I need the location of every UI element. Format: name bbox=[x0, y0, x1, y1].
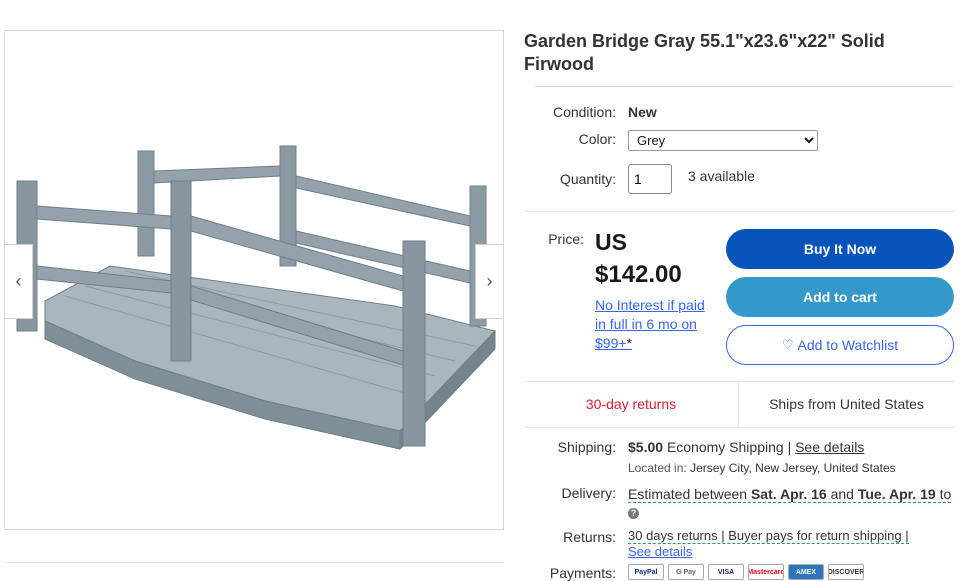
title-divider bbox=[535, 86, 953, 87]
gallery-divider bbox=[4, 562, 504, 563]
add-to-cart-button[interactable]: Add to cart bbox=[726, 277, 954, 317]
condition-value: New bbox=[628, 104, 657, 120]
condition-label: Condition: bbox=[552, 104, 616, 120]
quantity-available: 3 available bbox=[688, 168, 755, 184]
add-to-cart-label: Add to cart bbox=[803, 289, 877, 305]
buy-it-now-button[interactable]: Buy It Now bbox=[726, 229, 954, 269]
amex-icon: AMEX bbox=[788, 564, 824, 580]
add-to-watchlist-label: Add to Watchlist bbox=[797, 337, 899, 353]
delivery-estimate-text: Estimated between Sat. Apr. 16 and Tue. … bbox=[628, 486, 952, 503]
color-label: Color: bbox=[578, 131, 616, 147]
financing-link[interactable]: No Interest if paid in full in 6 mo on $… bbox=[595, 296, 705, 353]
returns-policy-text: 30 days returns | Buyer pays for return … bbox=[628, 528, 909, 544]
delivery-and: and bbox=[830, 486, 854, 502]
add-to-watchlist-button[interactable]: ♡ Add to Watchlist bbox=[726, 325, 954, 365]
price-label: Price: bbox=[548, 231, 584, 247]
delivery-estimate: Estimated between Sat. Apr. 16 and Tue. … bbox=[628, 486, 953, 520]
returns-policy: 30 days returns | Buyer pays for return … bbox=[628, 528, 953, 560]
discover-icon: DISCOVER bbox=[828, 564, 864, 580]
buy-it-now-label: Buy It Now bbox=[803, 241, 877, 257]
located-in-label: Located in: bbox=[628, 461, 687, 475]
gallery-next-button[interactable]: › bbox=[475, 244, 503, 319]
located-in-value: Jersey City, New Jersey, United States bbox=[690, 461, 896, 475]
item-location: Located in: Jersey City, New Jersey, Uni… bbox=[628, 461, 896, 475]
paypal-icon: PayPal bbox=[628, 564, 664, 580]
price-divider bbox=[524, 211, 954, 212]
returns-highlight: 30-day returns bbox=[585, 396, 677, 412]
price-amount: $142.00 bbox=[595, 261, 682, 288]
gallery-prev-button[interactable]: ‹ bbox=[5, 244, 33, 319]
google-pay-icon: G Pay bbox=[668, 564, 704, 580]
shipping-info: $5.00 Economy Shipping | See details bbox=[628, 439, 864, 455]
price-currency: US bbox=[595, 229, 627, 255]
delivery-start-date: Sat. Apr. 16 bbox=[750, 486, 827, 502]
heart-icon: ♡ bbox=[781, 337, 794, 352]
product-image-gallery[interactable]: ‹ › bbox=[4, 30, 504, 530]
delivery-prefix: Estimated between bbox=[628, 486, 748, 502]
shipping-method: Economy Shipping | bbox=[666, 439, 792, 455]
returns-see-details-link[interactable]: See details bbox=[628, 544, 692, 559]
quantity-label: Quantity: bbox=[559, 171, 616, 187]
mastercard-icon: Mastercard bbox=[748, 564, 784, 580]
info-icon[interactable]: ? bbox=[628, 508, 639, 519]
visa-icon: VISA bbox=[708, 564, 744, 580]
shipping-see-details-link[interactable]: See details bbox=[795, 439, 864, 455]
color-select[interactable]: Grey bbox=[628, 130, 818, 151]
financing-asterisk: * bbox=[626, 335, 632, 351]
payment-methods: PayPal G Pay VISA Mastercard AMEX DISCOV… bbox=[628, 564, 864, 580]
product-image[interactable] bbox=[5, 31, 503, 529]
chevron-left-icon: ‹ bbox=[15, 271, 22, 291]
delivery-end-date: Tue. Apr. 19 bbox=[857, 486, 936, 502]
chevron-right-icon: › bbox=[486, 271, 493, 291]
quantity-input[interactable] bbox=[628, 164, 672, 194]
financing-text[interactable]: No Interest if paid in full in 6 mo on $… bbox=[595, 297, 705, 351]
payments-label: Payments: bbox=[549, 565, 616, 581]
returns-label: Returns: bbox=[563, 529, 616, 545]
ships-from-highlight: Ships from United States bbox=[769, 396, 924, 412]
product-title: Garden Bridge Gray 55.1"x23.6"x22" Solid… bbox=[524, 31, 885, 74]
shipping-label: Shipping: bbox=[557, 439, 616, 455]
delivery-suffix: to bbox=[939, 486, 952, 502]
shipping-price: $5.00 bbox=[628, 439, 664, 455]
delivery-label: Delivery: bbox=[561, 485, 616, 501]
